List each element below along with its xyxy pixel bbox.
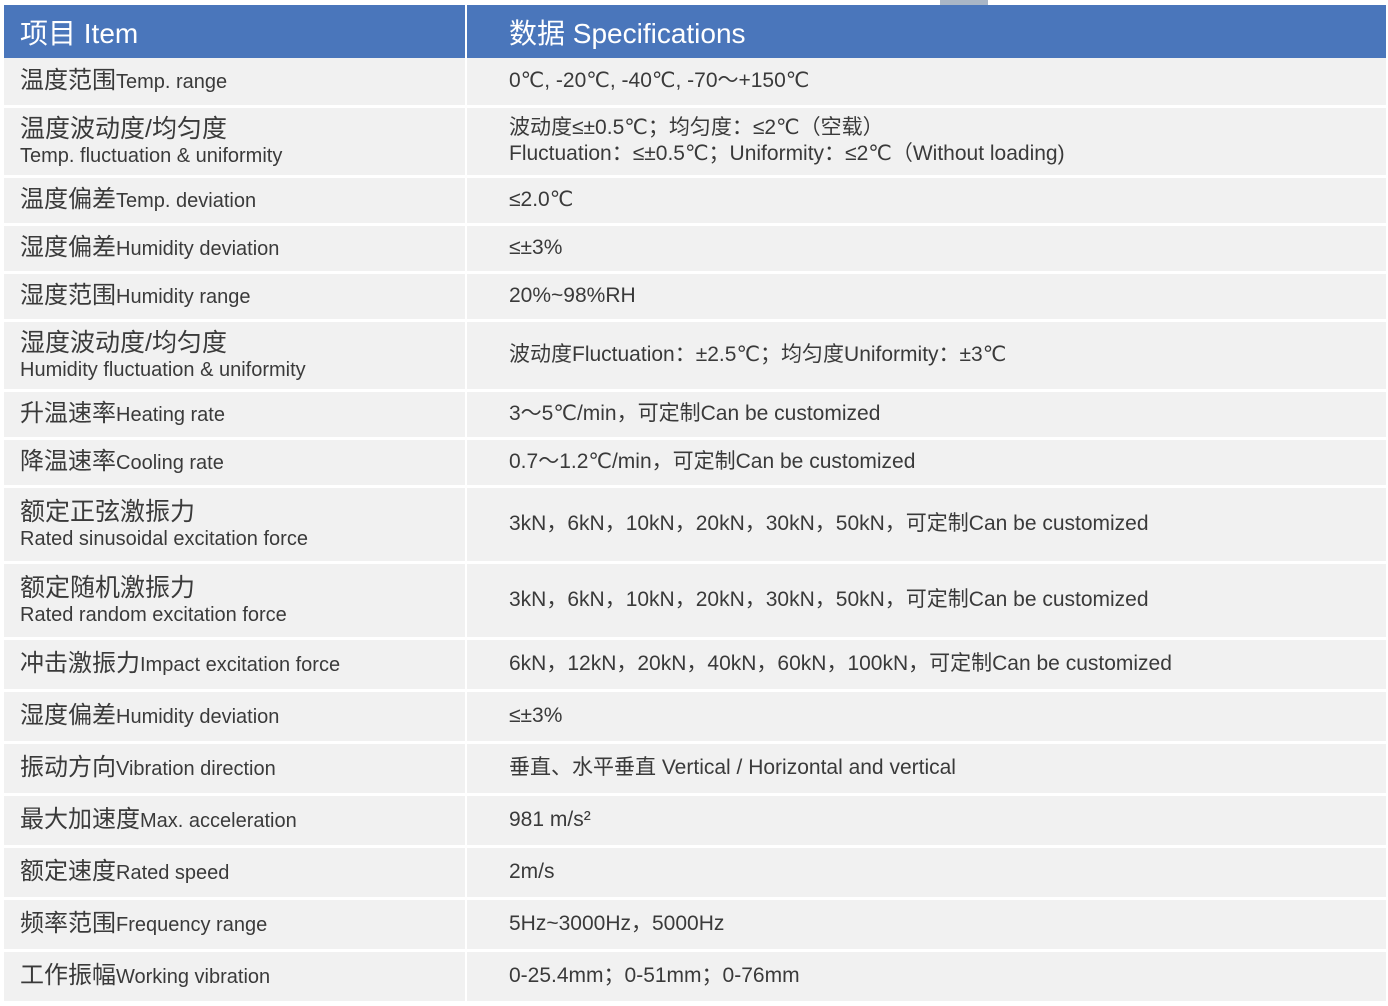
table-row: 额定正弦激振力 Rated sinusoidal excitation force…	[4, 486, 1386, 564]
table-row: 频率范围Frequency range 5Hz~3000Hz，5000Hz	[4, 898, 1386, 952]
value-cell: 0.7～1.2℃/min，可定制Can be customized	[466, 438, 1386, 488]
item-cn: 湿度偏差	[20, 233, 116, 261]
value-cell: 981 m/s²	[466, 794, 1386, 848]
item-cell: 温度偏差Temp. deviation	[4, 176, 467, 226]
item-en: Temp. range	[116, 70, 228, 93]
table-row: 额定速度Rated speed 2m/s	[4, 846, 1386, 900]
item-cell: 湿度波动度/均匀度 Humidity fluctuation & uniformi…	[4, 320, 467, 392]
item-cn: 湿度波动度/均匀度	[20, 329, 227, 357]
table-row: 冲击激振力Impact excitation force 6kN，12kN，20…	[4, 638, 1386, 692]
table-row: 降温速率Cooling rate 0.7～1.2℃/min，可定制Can be …	[4, 438, 1386, 488]
item-en: Working vibration	[116, 965, 271, 988]
value-line-1: 波动度≤±0.5℃；均匀度：≤2℃（空载）	[509, 116, 884, 139]
item-en: Impact excitation force	[140, 653, 341, 676]
table-row: 升温速率Heating rate 3～5℃/min，可定制Can be cust…	[4, 390, 1386, 440]
item-cn: 额定速度	[20, 857, 116, 885]
table-row: 额定随机激振力 Rated random excitation force 3kN…	[4, 562, 1386, 640]
item-cell: 工作振幅Working vibration	[4, 950, 467, 1004]
value-cell: ≤2.0℃	[466, 176, 1386, 226]
item-cn: 升温速率	[20, 399, 116, 427]
item-cn: 冲击激振力	[20, 649, 140, 677]
table-row: 湿度偏差Humidity deviation ≤±3%	[4, 224, 1386, 274]
item-en: Vibration direction	[116, 757, 276, 780]
item-cell: 湿度偏差Humidity deviation	[4, 690, 467, 744]
value-cell: ≤±3%	[466, 224, 1386, 274]
item-cn: 温度波动度/均匀度	[20, 115, 227, 143]
value-cell: 垂直、水平垂直 Vertical / Horizontal and vertic…	[466, 742, 1386, 796]
header-specifications: 数据 Specifications	[466, 5, 1386, 58]
value-cell: 5Hz~3000Hz，5000Hz	[466, 898, 1386, 952]
value-cell: 3～5℃/min，可定制Can be customized	[466, 390, 1386, 440]
item-en: Humidity fluctuation & uniformity	[20, 359, 306, 381]
table-row: 温度范围Temp. range 0℃, -20℃, -40℃, -70～+150…	[4, 58, 1386, 108]
item-cell: 温度范围Temp. range	[4, 58, 467, 108]
item-en: Max. acceleration	[140, 809, 297, 832]
item-en: Rated speed	[116, 861, 230, 884]
item-cell: 最大加速度Max. acceleration	[4, 794, 467, 848]
value-cell: 2m/s	[466, 846, 1386, 900]
item-cn: 额定正弦激振力	[20, 498, 196, 526]
item-en: Heating rate	[116, 403, 225, 426]
item-cell: 升温速率Heating rate	[4, 390, 467, 440]
item-cn: 温度偏差	[20, 185, 116, 213]
table-row: 湿度波动度/均匀度 Humidity fluctuation & uniformi…	[4, 320, 1386, 392]
value-cell: 0℃, -20℃, -40℃, -70～+150℃	[466, 58, 1386, 108]
item-en: Cooling rate	[116, 451, 224, 474]
value-cell: 波动度≤±0.5℃；均匀度：≤2℃（空载） Fluctuation：≤±0.5℃；…	[466, 106, 1386, 178]
item-cell: 温度波动度/均匀度 Temp. fluctuation & uniformity	[4, 106, 467, 178]
table-header-row: 项目 Item 数据 Specifications	[4, 5, 1386, 58]
value-line-2: Fluctuation：≤±0.5℃；Uniformity：≤2℃（Withou…	[509, 142, 1065, 165]
table-row: 温度偏差Temp. deviation ≤2.0℃	[4, 176, 1386, 226]
item-cell: 额定随机激振力 Rated random excitation force	[4, 562, 467, 640]
value-cell: 0-25.4mm；0-51mm；0-76mm	[466, 950, 1386, 1004]
item-en: Humidity deviation	[116, 237, 280, 260]
item-en: Temp. deviation	[116, 189, 257, 212]
item-cell: 额定速度Rated speed	[4, 846, 467, 900]
item-cell: 冲击激振力Impact excitation force	[4, 638, 467, 692]
item-cell: 额定正弦激振力 Rated sinusoidal excitation force	[4, 486, 467, 564]
value-cell: 波动度Fluctuation：±2.5℃；均匀度Uniformity：±3℃	[466, 320, 1386, 392]
item-cell: 降温速率Cooling rate	[4, 438, 467, 488]
value-cell: ≤±3%	[466, 690, 1386, 744]
item-en: Temp. fluctuation & uniformity	[20, 145, 283, 167]
value-cell: 20%~98%RH	[466, 272, 1386, 322]
value-cell: 3kN，6kN，10kN，20kN，30kN，50kN，可定制Can be cu…	[466, 486, 1386, 564]
item-cell: 湿度范围Humidity range	[4, 272, 467, 322]
item-en: Frequency range	[116, 913, 268, 936]
item-cn: 湿度范围	[20, 281, 116, 309]
item-cn: 频率范围	[20, 909, 116, 937]
item-cell: 频率范围Frequency range	[4, 898, 467, 952]
header-item: 项目 Item	[4, 5, 467, 58]
item-cn: 湿度偏差	[20, 701, 116, 729]
value-cell: 3kN，6kN，10kN，20kN，30kN，50kN，可定制Can be cu…	[466, 562, 1386, 640]
item-en: Rated random excitation force	[20, 604, 287, 626]
item-en: Rated sinusoidal excitation force	[20, 528, 308, 550]
table-row: 工作振幅Working vibration 0-25.4mm；0-51mm；0-…	[4, 950, 1386, 1004]
table-row: 湿度偏差Humidity deviation ≤±3%	[4, 690, 1386, 744]
item-cn: 额定随机激振力	[20, 574, 196, 602]
item-cn: 振动方向	[20, 753, 116, 781]
item-cell: 湿度偏差Humidity deviation	[4, 224, 467, 274]
item-en: Humidity range	[116, 285, 251, 308]
table-row: 湿度范围Humidity range 20%~98%RH	[4, 272, 1386, 322]
spec-table: 项目 Item 数据 Specifications 温度范围Temp. rang…	[4, 5, 1386, 1004]
table-row: 温度波动度/均匀度 Temp. fluctuation & uniformity …	[4, 106, 1386, 178]
item-cn: 降温速率	[20, 447, 116, 475]
item-cn: 温度范围	[20, 66, 116, 94]
item-cn: 工作振幅	[20, 961, 116, 989]
item-en: Humidity deviation	[116, 705, 280, 728]
item-cell: 振动方向Vibration direction	[4, 742, 467, 796]
value-cell: 6kN，12kN，20kN，40kN，60kN，100kN，可定制Can be …	[466, 638, 1386, 692]
table-row: 振动方向Vibration direction 垂直、水平垂直 Vertical…	[4, 742, 1386, 796]
table-row: 最大加速度Max. acceleration 981 m/s²	[4, 794, 1386, 848]
item-cn: 最大加速度	[20, 805, 140, 833]
